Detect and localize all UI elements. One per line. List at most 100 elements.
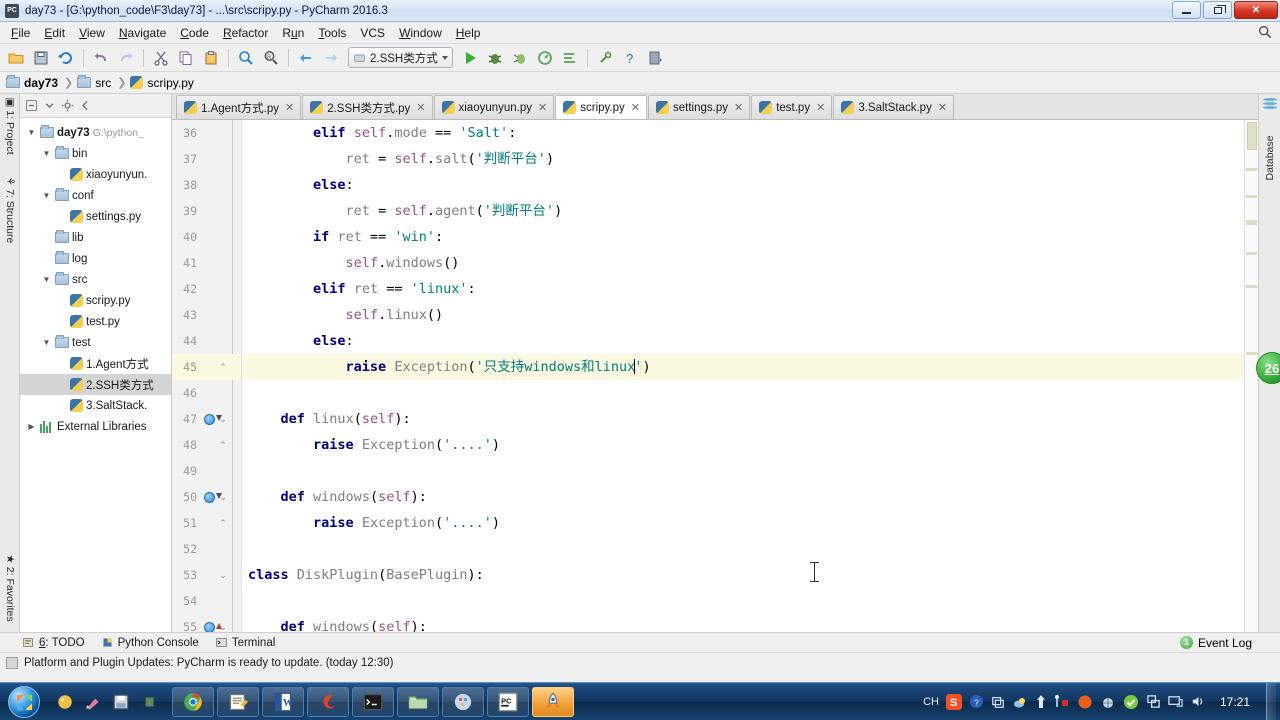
undo-icon[interactable] [89,46,113,70]
gutter-line[interactable]: 36 [172,120,241,146]
editor-tab-bar[interactable]: 1.Agent方式.py ✕ 2.SSH类方式.py ✕ xiaoyunyun.py ✕ s… [172,94,1258,120]
tool-terminal[interactable]: Terminal [215,636,275,649]
taskbar-notepad-icon[interactable] [217,686,259,717]
gutter-line[interactable]: 45 ⌃ [172,354,241,380]
breadcrumb-item-project[interactable]: day73 [6,75,62,90]
monitor-icon[interactable] [1168,694,1183,709]
cut-icon[interactable] [149,46,173,70]
tree-item-conf[interactable]: ▼ conf [20,185,171,206]
tree-item-day73[interactable]: ▼ day73 G:\python_ [20,122,171,143]
sogou-s-icon[interactable]: S [946,693,962,710]
taskbar-cmd-icon[interactable] [352,686,394,717]
tools-icon[interactable] [1054,694,1070,710]
taskbar-word-icon[interactable]: W [262,686,304,717]
floppy-save-icon[interactable] [108,687,134,717]
tool-todo[interactable]: 6: TODO [22,636,85,649]
code-line[interactable]: else: [242,328,1244,354]
menu-view[interactable]: View [72,23,112,43]
tree-item-test[interactable]: ▼ test [20,332,171,353]
code-line[interactable]: raise Exception('....') [242,510,1244,536]
gutter-line[interactable]: 50 ⌄ [172,484,241,510]
editor-tab-xiaoyunyun-py[interactable]: xiaoyunyun.py ✕ [433,95,555,119]
tree-item-scripy-py[interactable]: scripy.py [20,290,171,311]
tree-item-src[interactable]: ▼ src [20,269,171,290]
tree-item-1-agent--[interactable]: 1.Agent方式 [20,353,171,374]
run-icon[interactable] [458,46,482,70]
collapse-all-icon[interactable] [24,98,39,113]
scrollbar-thumb[interactable] [1247,122,1257,150]
debug-icon[interactable] [483,46,507,70]
gutter-line[interactable]: 43 [172,302,241,328]
help-icon[interactable]: ? [618,46,642,70]
forward-icon[interactable] [319,46,343,70]
tree-item-log[interactable]: log [20,248,171,269]
back-icon[interactable] [294,46,318,70]
gutter-line[interactable]: 52 [172,536,241,562]
code-line[interactable]: else: [242,172,1244,198]
tree-item-settings-py[interactable]: settings.py [20,206,171,227]
menu-file[interactable]: File [4,23,37,43]
menu-navigate[interactable]: Navigate [112,23,173,43]
expand-icon[interactable] [42,98,57,113]
orange-dot-icon[interactable] [1077,694,1093,710]
search-icon[interactable] [1258,25,1272,39]
close-button[interactable]: ✕ [1234,1,1278,19]
coverage-icon[interactable] [508,46,532,70]
code-line[interactable]: if ret == 'win': [242,224,1244,250]
close-icon[interactable]: ✕ [538,101,547,114]
taskbar-rocket-icon[interactable] [532,686,574,717]
minimize-button[interactable] [1172,1,1201,19]
tree-item-lib[interactable]: lib [20,227,171,248]
gutter-line[interactable]: 51 ⌃ [172,510,241,536]
code-line[interactable] [242,458,1244,484]
menu-help[interactable]: Help [449,23,488,43]
tree-item-3-saltstack-[interactable]: 3.SaltStack. [20,395,171,416]
overridden-method-icon[interactable] [200,621,222,632]
event-log-button[interactable]: 1 Event Log [1179,636,1252,650]
editor-gutter[interactable]: 36 37 38 39 40 41 42 43 44 45 ⌃ 46 47 ⌄ 48 ⌃ 49 50 ⌄ 51 ⌃ 52 5… [172,120,242,632]
menu-window[interactable]: Window [392,23,449,43]
run-with-console-icon[interactable] [558,46,582,70]
taskbar-tasks[interactable]: W PC [172,686,574,717]
close-icon[interactable]: ✕ [938,101,947,114]
close-icon[interactable]: ✕ [734,101,743,114]
code-line[interactable]: ret = self.agent('判断平台') [242,198,1244,224]
tool-python-console[interactable]: Python Console [101,636,199,649]
plug-icon[interactable] [136,687,162,717]
code-text[interactable]: elif self.mode == 'Salt': ret = self.sal… [242,120,1244,632]
editor-tab-2-ssh----py[interactable]: 2.SSH类方式.py ✕ [302,95,433,119]
taskbar-clock[interactable]: 17:21 [1215,695,1255,709]
code-line[interactable]: def windows(self): [242,614,1244,632]
replace-icon[interactable]: R [259,46,283,70]
tree-item-2-ssh---[interactable]: 2.SSH类方式 [20,374,171,395]
chevron-down-icon[interactable]: ▼ [41,191,52,200]
fold-toggle-icon[interactable]: ⌃ [218,518,228,528]
chevron-right-icon[interactable]: ▶ [26,422,37,431]
gutter-line[interactable]: 40 [172,224,241,250]
tree-item-bin[interactable]: ▼ bin [20,143,171,164]
code-line[interactable] [242,588,1244,614]
network-icon[interactable] [1146,694,1161,709]
settings-icon[interactable] [593,46,617,70]
taskbar-palette-app-icon[interactable] [442,686,484,717]
menu-edit[interactable]: Edit [37,23,72,43]
menu-code[interactable]: Code [173,23,216,43]
breadcrumb-item-src[interactable]: src [77,75,115,90]
tree-item-external-libraries[interactable]: ▶ External Libraries [20,416,171,437]
menu-refactor[interactable]: Refactor [216,23,275,43]
window-icon[interactable] [991,695,1005,709]
code-line[interactable]: elif self.mode == 'Salt': [242,120,1244,146]
redo-icon[interactable] [114,46,138,70]
tree-item-test-py[interactable]: test.py [20,311,171,332]
code-line[interactable]: def windows(self): [242,484,1244,510]
copy-icon[interactable] [174,46,198,70]
code-line[interactable]: class DiskPlugin(BasePlugin): [242,562,1244,588]
paint-brush-icon[interactable] [80,687,106,717]
taskbar-sogou-icon[interactable] [307,686,349,717]
save-all-icon[interactable] [29,46,53,70]
globe-icon[interactable] [1100,694,1116,710]
breadcrumb-item-file[interactable]: scripy.py [130,76,197,90]
editor-tab-settings-py[interactable]: settings.py ✕ [648,95,751,119]
close-icon[interactable]: ✕ [816,101,825,114]
chevron-down-icon[interactable] [441,55,448,60]
